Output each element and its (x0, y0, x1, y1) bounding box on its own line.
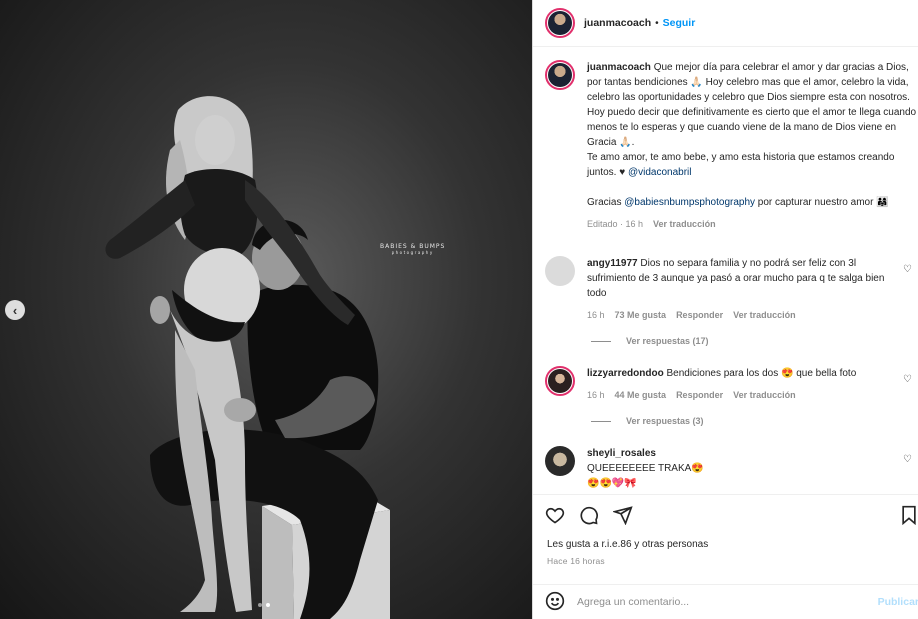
like-comment-heart-icon[interactable]: ♡ (903, 264, 912, 275)
translate-link[interactable]: Ver traducción (733, 308, 796, 323)
separator-dot: • (655, 17, 659, 29)
reply-button[interactable]: Responder (676, 388, 723, 403)
translate-link[interactable]: Ver traducción (653, 217, 716, 232)
heart-icon[interactable] (545, 505, 565, 528)
post-header: juanmacoach • Seguir (533, 0, 918, 47)
comment-meta: 16 h 44 Me gusta Responder Ver traducció… (587, 388, 902, 403)
commenter-avatar[interactable] (545, 446, 575, 476)
view-replies-button[interactable]: Ver respuestas (3) (591, 416, 704, 426)
share-icon[interactable] (611, 505, 633, 528)
caption-username[interactable]: juanmacoach (587, 62, 651, 73)
divider-line (591, 420, 611, 422)
watermark-subtitle: photography (391, 249, 434, 255)
action-icons (545, 505, 633, 528)
post-photo: BABIES & BUMPS photography ‹ (0, 0, 532, 619)
comment-username[interactable]: angy11977 (587, 258, 638, 269)
chevron-left-icon: ‹ (12, 302, 18, 318)
caption-body: Que mejor día para celebrar el amor y da… (587, 62, 917, 148)
likes-summary[interactable]: Les gusta a r.i.e.86 y otras personas (547, 539, 708, 550)
author-avatar[interactable] (545, 8, 575, 38)
emoji-icon[interactable] (545, 591, 565, 614)
translate-link[interactable]: Ver traducción (733, 388, 796, 403)
like-comment-heart-icon[interactable]: ♡ (903, 374, 912, 385)
comment-username[interactable]: lizzyarredondoo (587, 368, 664, 379)
follow-button[interactable]: Seguir (663, 17, 696, 29)
caption-body-3: Gracias (587, 197, 625, 208)
mention-link[interactable]: @babiesnbumpsphotography (624, 197, 755, 208)
comment-time: 16 h (587, 310, 605, 320)
comment-meta: 16 h 73 Me gusta Responder Ver traducció… (587, 308, 902, 323)
caption-text: juanmacoach Que mejor día para celebrar … (587, 60, 917, 232)
caption-body-4: por capturar nuestro amor 👨‍👩‍👧 (755, 197, 889, 208)
comment-time: 16 h (587, 390, 605, 400)
edited-time: Editado · 16 h (587, 219, 644, 229)
caption-meta: Editado · 16 h Ver traducción (587, 217, 917, 232)
maternity-photo-illustration (105, 96, 390, 619)
comment-username[interactable]: sheyli_rosales (587, 448, 656, 459)
comment-row: sheyli_rosales QUEEEEEEEE TRAKA😍😍😍💖🎀 ♡ (545, 446, 912, 491)
commenter-avatar[interactable] (545, 256, 575, 286)
photographer-watermark: BABIES & BUMPS photography (380, 243, 445, 255)
post-time: Hace 16 horas (547, 556, 605, 566)
post-sidebar: juanmacoach • Seguir juanmacoach Que mej… (532, 0, 918, 619)
mention-link[interactable]: @vidaconabril (628, 167, 692, 178)
comments-list[interactable]: juanmacoach Que mejor día para celebrar … (533, 48, 918, 493)
carousel-dot-active (266, 603, 270, 607)
divider-line (591, 340, 611, 342)
commenter-avatar[interactable] (545, 366, 575, 396)
comment-row: angy11977 Dios no separa familia y no po… (545, 256, 912, 323)
comment-row: lizzyarredondoo Bendiciones para los dos… (545, 366, 912, 403)
comment-input[interactable]: Agrega un comentario... (577, 596, 689, 608)
caption-row: juanmacoach Que mejor día para celebrar … (545, 60, 917, 232)
like-comment-heart-icon[interactable]: ♡ (903, 454, 912, 465)
bookmark-icon[interactable] (899, 505, 918, 528)
comment-body: QUEEEEEEEE TRAKA😍😍😍💖🎀 (587, 463, 704, 489)
comment-text: lizzyarredondoo Bendiciones para los dos… (587, 366, 902, 403)
post-comment-button[interactable]: Publicar (878, 596, 918, 608)
author-username[interactable]: juanmacoach (584, 17, 651, 29)
view-replies-label: Ver respuestas (3) (626, 416, 704, 426)
comment-icon[interactable] (579, 505, 599, 528)
post-actions: Les gusta a r.i.e.86 y otras personas Ha… (533, 494, 918, 584)
carousel-dots (258, 603, 270, 607)
caption-avatar[interactable] (545, 60, 575, 90)
previous-slide-button[interactable]: ‹ (5, 300, 25, 320)
view-replies-button[interactable]: Ver respuestas (17) (591, 336, 709, 346)
comment-body: Bendiciones para los dos 😍 que bella fot… (666, 368, 857, 379)
comment-text: angy11977 Dios no separa familia y no po… (587, 256, 902, 323)
comment-likes[interactable]: 73 Me gusta (615, 308, 667, 323)
carousel-dot (258, 603, 262, 607)
view-replies-label: Ver respuestas (17) (626, 336, 709, 346)
comment-text: sheyli_rosales QUEEEEEEEE TRAKA😍😍😍💖🎀 (587, 446, 707, 491)
add-comment-bar: Agrega un comentario... Publicar (533, 584, 918, 619)
reply-button[interactable]: Responder (676, 308, 723, 323)
comment-likes[interactable]: 44 Me gusta (615, 388, 667, 403)
